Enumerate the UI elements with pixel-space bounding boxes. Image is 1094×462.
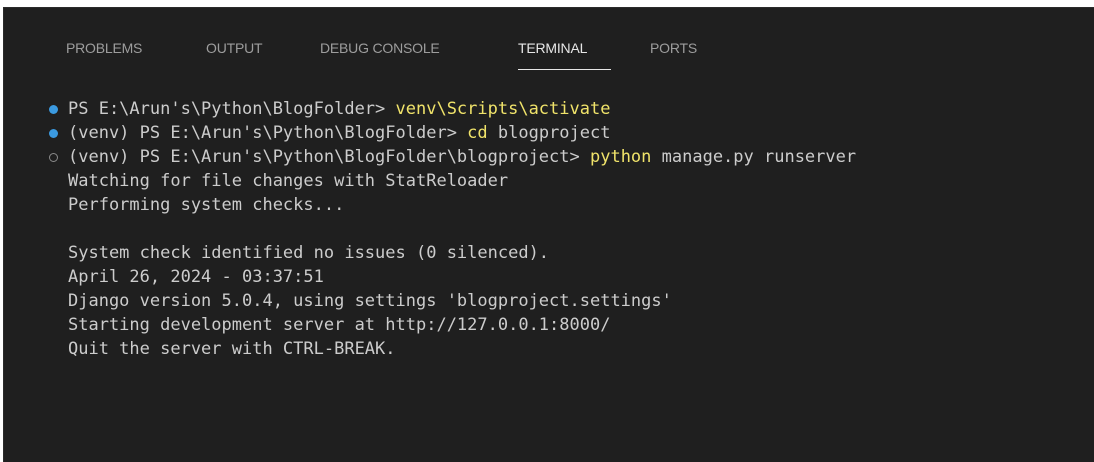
tab-output[interactable]: OUTPUT [206,38,263,58]
terminal-line: Watching for file changes with StatReloa… [68,171,509,191]
active-tab-indicator [518,69,611,70]
command: venv\Scripts\activate [395,99,611,119]
command-args: manage.py runserver [651,147,857,167]
tab-problems[interactable]: PROBLEMS [66,38,142,58]
panel-tab-bar: PROBLEMS OUTPUT DEBUG CONSOLE TERMINAL P… [4,8,1094,78]
terminal-panel: PROBLEMS OUTPUT DEBUG CONSOLE TERMINAL P… [3,7,1094,462]
command-running-icon[interactable] [49,153,58,162]
terminal-line: (venv) PS E:\Arun's\Python\BlogFolder\bl… [68,145,856,169]
terminal-line: Performing system checks... [68,195,345,215]
terminal-line: Starting development server at http://12… [68,315,611,335]
terminal-line: Quit the server with CTRL-BREAK. [68,339,396,359]
terminal-line: PS E:\Arun's\Python\BlogFolder> venv\Scr… [68,97,610,121]
tab-terminal[interactable]: TERMINAL [518,38,587,58]
terminal-line: Django version 5.0.4, using settings 'bl… [68,291,672,311]
command-args: blogproject [487,123,611,143]
command-success-icon[interactable] [49,129,58,138]
command-success-icon[interactable] [49,105,58,114]
terminal-line: (venv) PS E:\Arun's\Python\BlogFolder> c… [68,121,610,145]
command: cd [467,123,488,143]
command: python [589,147,652,167]
prompt: (venv) PS E:\Arun's\Python\BlogFolder> [68,123,468,143]
tab-ports[interactable]: PORTS [650,38,697,58]
terminal-line: April 26, 2024 - 03:37:51 [68,267,324,287]
screenshot-frame: PROBLEMS OUTPUT DEBUG CONSOLE TERMINAL P… [0,0,1094,462]
terminal-line: System check identified no issues (0 sil… [68,243,550,263]
prompt: PS E:\Arun's\Python\BlogFolder> [68,99,396,119]
prompt: (venv) PS E:\Arun's\Python\BlogFolder\bl… [68,147,590,167]
tab-debug-console[interactable]: DEBUG CONSOLE [320,38,440,58]
